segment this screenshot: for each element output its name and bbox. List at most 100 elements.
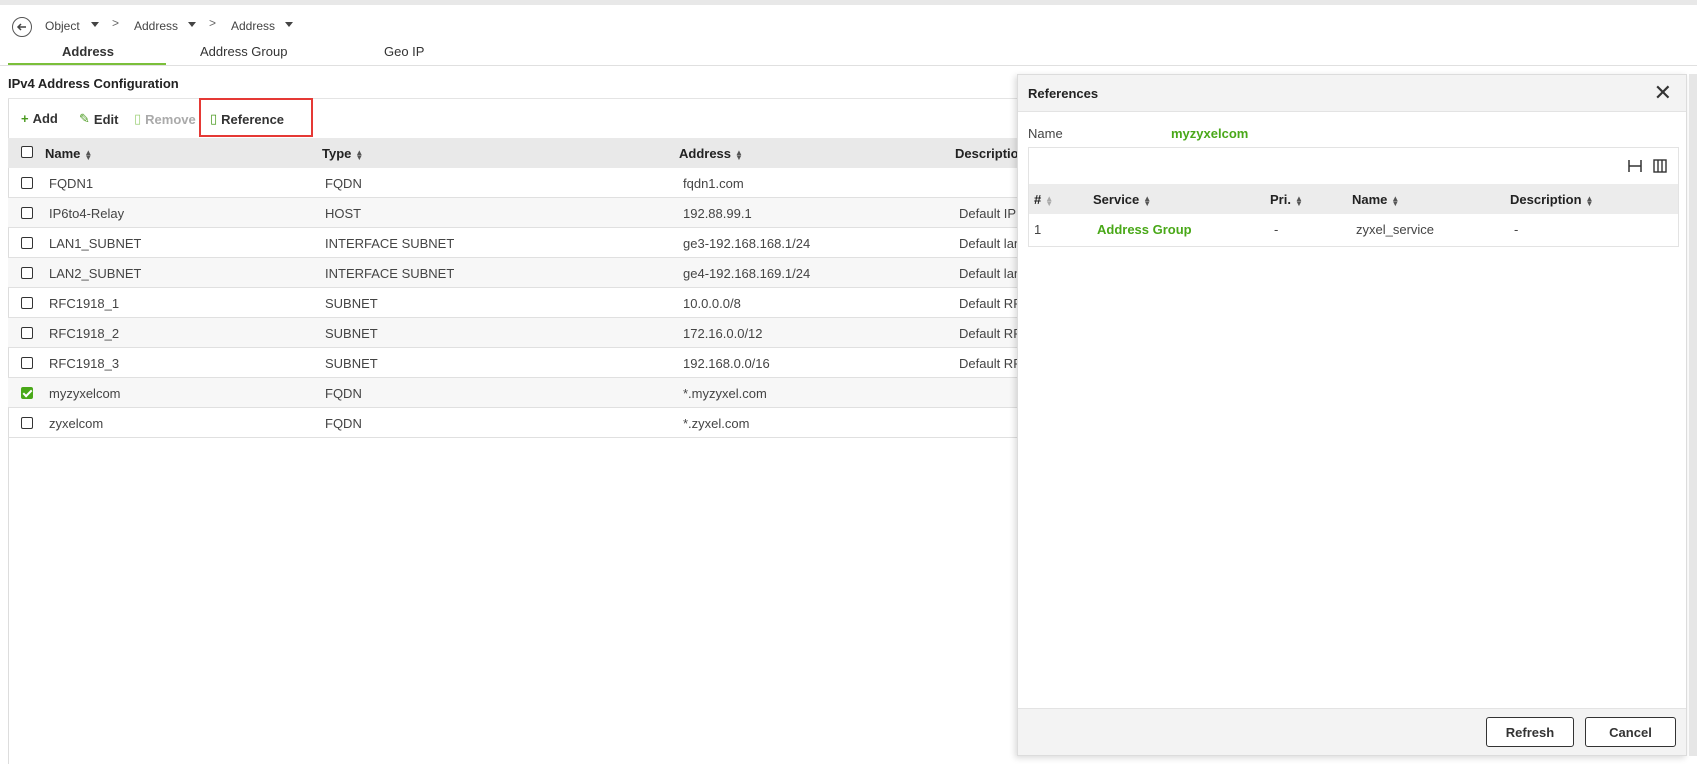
sort-icon[interactable]: ▲ ▼ [1143, 194, 1151, 207]
cell-service-link[interactable]: Address Group [1097, 222, 1192, 237]
row-checkbox[interactable] [21, 207, 33, 219]
table-row[interactable]: IP6to4-Relay HOST 192.88.99.1 Default IP [8, 198, 1018, 228]
breadcrumb-address-current[interactable]: Address [231, 19, 275, 33]
row-checkbox[interactable] [21, 237, 33, 249]
header-service-label: Service [1093, 192, 1140, 207]
panel-header: References ✕ [1018, 75, 1686, 112]
back-button[interactable] [12, 17, 32, 37]
arrow-left-icon [16, 23, 26, 31]
row-checkbox[interactable] [21, 177, 33, 189]
close-icon[interactable]: ✕ [1654, 81, 1672, 105]
cell-address: 192.88.99.1 [683, 206, 752, 221]
sort-icon[interactable]: ▲ ▼ [1586, 194, 1594, 207]
cell-type: HOST [325, 206, 362, 221]
plus-icon: + [21, 111, 29, 126]
cell-address: ge4-192.168.169.1/24 [683, 266, 811, 281]
table-header [8, 138, 1018, 168]
table-row[interactable]: zyxelcom FQDN *.zyxel.com [8, 408, 1018, 438]
header-num[interactable]: # ▲ ▼ [1034, 192, 1053, 207]
breadcrumb-object[interactable]: Object [45, 19, 80, 33]
row-checkbox[interactable] [21, 417, 33, 429]
cell-type: SUBNET [325, 296, 378, 311]
cell-type: SUBNET [325, 356, 378, 371]
cell-type: FQDN [325, 416, 362, 431]
fit-width-icon[interactable] [1627, 158, 1643, 174]
header-address-label: Address [679, 146, 732, 161]
chevron-down-icon[interactable] [188, 22, 196, 27]
header-num-label: # [1034, 192, 1042, 207]
breadcrumb-separator: > [112, 16, 120, 30]
cell-name: FQDN1 [49, 176, 94, 191]
tab-geo-ip[interactable]: Geo IP [384, 44, 424, 59]
remove-button[interactable]: ▯ Remove [134, 111, 196, 127]
header-name-label: Name [45, 146, 81, 161]
breadcrumb-address[interactable]: Address [134, 19, 178, 33]
sort-icon[interactable]: ▲ ▼ [355, 148, 363, 161]
cell-description: Default lan [959, 266, 1017, 281]
chevron-down-icon[interactable] [91, 22, 99, 27]
table-row[interactable]: RFC1918_2 SUBNET 172.16.0.0/12 Default R… [8, 318, 1018, 348]
header-priority-label: Pri. [1270, 192, 1291, 207]
cell-name: LAN1_SUBNET [49, 236, 142, 251]
table-row[interactable]: RFC1918_3 SUBNET 192.168.0.0/16 Default … [8, 348, 1018, 378]
header-description[interactable]: Descriptio [955, 146, 1019, 161]
row-checkbox[interactable] [21, 297, 33, 309]
references-panel: References ✕ Name myzyxelcom # ▲ ▼ Service… [1017, 74, 1687, 756]
refresh-button[interactable]: Refresh [1486, 717, 1574, 747]
cancel-button[interactable]: Cancel [1585, 717, 1676, 747]
header-service[interactable]: Service ▲ ▼ [1093, 192, 1151, 207]
sort-icon[interactable]: ▲ ▼ [84, 148, 92, 161]
tab-address[interactable]: Address [62, 44, 114, 59]
cell-name: RFC1918_1 [49, 296, 120, 311]
add-label: Add [32, 111, 58, 126]
sort-icon[interactable]: ▲ ▼ [1045, 194, 1053, 207]
pencil-icon: ✎ [79, 111, 90, 126]
header-ref-description[interactable]: Description ▲ ▼ [1510, 192, 1593, 207]
row-checkbox[interactable] [21, 357, 33, 369]
table-row[interactable]: LAN2_SUBNET INTERFACE SUBNET ge4-192.168… [8, 258, 1018, 288]
table-row[interactable]: LAN1_SUBNET INTERFACE SUBNET ge3-192.168… [8, 228, 1018, 258]
sort-icon[interactable]: ▲ ▼ [735, 148, 743, 161]
table-row[interactable]: RFC1918_1 SUBNET 10.0.0.0/8 Default RF [8, 288, 1018, 318]
columns-icon[interactable] [1652, 158, 1668, 174]
cell-name: RFC1918_3 [49, 356, 120, 371]
cell-address: 172.16.0.0/12 [683, 326, 763, 341]
select-all-checkbox[interactable] [21, 146, 33, 158]
tab-divider [0, 65, 1697, 66]
header-name[interactable]: Name ▲ ▼ [45, 146, 92, 161]
row-checkbox[interactable] [21, 387, 33, 399]
row-checkbox[interactable] [21, 327, 33, 339]
row-checkbox[interactable] [21, 267, 33, 279]
table-row[interactable]: FQDN1 FQDN fqdn1.com [8, 168, 1018, 198]
header-ref-name-label: Name [1352, 192, 1388, 207]
cell-type: INTERFACE SUBNET [325, 236, 455, 251]
scrollbar[interactable] [1689, 74, 1697, 756]
cell-type: INTERFACE SUBNET [325, 266, 455, 281]
edit-button[interactable]: ✎ Edit [79, 111, 118, 127]
cell-ref-description: - [1514, 222, 1519, 237]
header-priority[interactable]: Pri. ▲ ▼ [1270, 192, 1303, 207]
cell-address: ge3-192.168.168.1/24 [683, 236, 811, 251]
add-button[interactable]: + Add [21, 111, 58, 126]
cell-description: Default lan [959, 236, 1017, 251]
table-row[interactable]: myzyxelcom FQDN *.myzyxel.com [8, 378, 1018, 408]
header-address[interactable]: Address ▲ ▼ [679, 146, 743, 161]
sort-icon[interactable]: ▲ ▼ [1295, 194, 1303, 207]
header-type[interactable]: Type ▲ ▼ [322, 146, 363, 161]
cell-priority: - [1274, 222, 1279, 237]
cell-type: FQDN [325, 176, 362, 191]
cell-name: myzyxelcom [49, 386, 121, 401]
table-row[interactable]: 1 Address Group - zyxel_service - [1029, 214, 1678, 244]
tab-address-group[interactable]: Address Group [200, 44, 287, 59]
chevron-down-icon[interactable] [285, 22, 293, 27]
toolbar-divider [8, 98, 1018, 99]
cell-name: RFC1918_2 [49, 326, 120, 341]
cell-ref-name: zyxel_service [1356, 222, 1435, 237]
header-description-label: Descriptio [955, 146, 1019, 161]
header-type-label: Type [322, 146, 352, 161]
cell-address: *.zyxel.com [683, 416, 750, 431]
cell-address: 10.0.0.0/8 [683, 296, 741, 311]
cell-description: Default RF [959, 296, 1017, 311]
header-ref-name[interactable]: Name ▲ ▼ [1352, 192, 1399, 207]
sort-icon[interactable]: ▲ ▼ [1391, 194, 1399, 207]
